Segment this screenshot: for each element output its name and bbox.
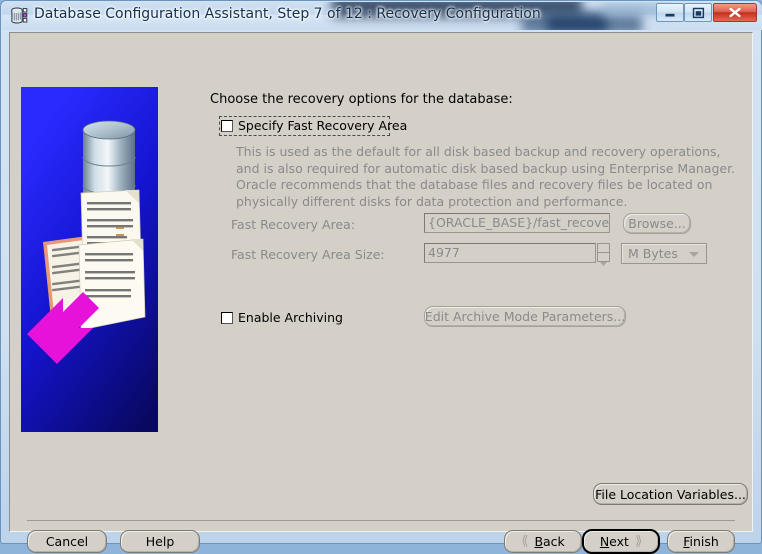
next-button-label: Next [599,534,629,549]
checkbox-enable-archiving[interactable]: Enable Archiving [221,310,343,325]
cancel-button[interactable]: Cancel [27,530,107,553]
chevron-left-icon: ⟪ [521,534,529,549]
browse-button[interactable]: Browse... [623,213,691,234]
fast-recovery-area-input[interactable]: {ORACLE_BASE}/fast_recovery_a [424,213,610,233]
back-button[interactable]: ⟪ Back [504,530,582,553]
label-fast-recovery-area: Fast Recovery Area: [231,217,355,232]
window-title: Database Configuration Assistant, Step 7… [34,6,541,22]
main-content: Choose the recovery options for the data… [10,33,752,554]
chevron-down-icon[interactable] [689,252,699,257]
database-app-icon [10,6,29,25]
close-icon[interactable] [713,3,757,22]
checkbox-specify-fast-recovery-area[interactable]: Specify Fast Recovery Area [221,118,407,133]
size-stepper[interactable] [597,243,610,266]
checkbox-box-icon[interactable] [221,119,233,132]
footer-divider [27,520,735,521]
restore-icon[interactable] [684,3,712,22]
fast-recovery-area-size-input[interactable]: 4977 [424,243,596,263]
checkbox-label: Specify Fast Recovery Area [238,118,408,133]
application-window: Database Configuration Assistant, Step 7… [0,0,762,554]
finish-button[interactable]: Finish [667,530,735,553]
dialog-client-area: Choose the recovery options for the data… [9,32,753,554]
back-button-label: Back [534,534,565,549]
checkbox-label: Enable Archiving [238,310,343,325]
chevron-right-icon: ⟫ [634,534,643,549]
help-button[interactable]: Help [120,530,200,553]
stepper-down-icon[interactable] [597,252,610,266]
size-units-value: M Bytes [628,246,678,261]
checkbox-box-icon[interactable] [221,311,233,324]
finish-button-label: Finish [683,534,719,549]
fast-recovery-area-description: This is used as the default for all disk… [236,144,736,209]
label-fast-recovery-area-size: Fast Recovery Area Size: [231,247,385,262]
next-button[interactable]: Next ⟫ [582,529,660,554]
edit-archive-mode-parameters-button[interactable]: Edit Archive Mode Parameters... [424,306,626,327]
titlebar[interactable]: Database Configuration Assistant, Step 7… [1,1,762,30]
size-units-dropdown[interactable]: M Bytes [621,243,707,264]
page-heading: Choose the recovery options for the data… [210,92,513,107]
file-location-variables-button[interactable]: File Location Variables... [593,483,748,505]
minimize-icon[interactable] [656,3,684,22]
